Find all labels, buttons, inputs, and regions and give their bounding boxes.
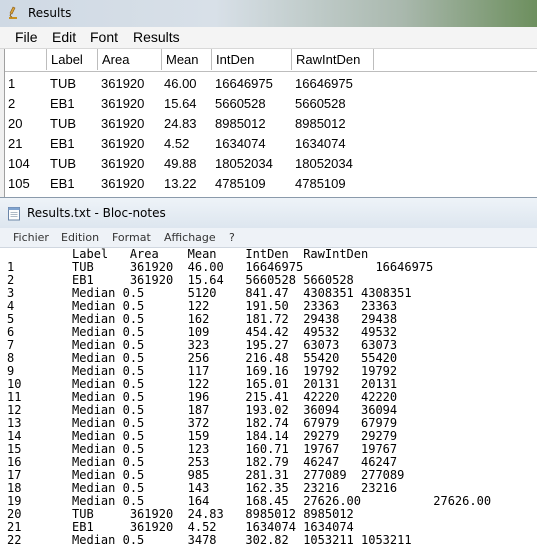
imagej-microscope-icon [9, 6, 17, 19]
column-header-mean[interactable]: Mean [162, 49, 212, 70]
cell-intden: 16646975 [215, 76, 273, 91]
cell-label: EB1 [50, 136, 75, 151]
cell-mean: 4.52 [164, 136, 190, 151]
column-header-index[interactable] [5, 49, 47, 70]
cell-rawintden: 5660528 [295, 96, 346, 111]
cell-mean: 13.22 [164, 176, 197, 191]
text-line: 22 Median 0.5 3478 302.82 1053211 105321… [7, 533, 412, 547]
results-table[interactable]: Label Area Mean IntDen RawIntDen 1 TUB 3… [4, 49, 537, 197]
cell-intden: 1634074 [215, 136, 266, 151]
results-menubar [0, 27, 537, 49]
column-header-area[interactable]: Area [98, 49, 162, 70]
cell-index: 104 [8, 156, 30, 171]
cell-mean: 15.64 [164, 96, 197, 111]
cell-area: 361920 [101, 96, 145, 111]
notepad-text-area[interactable]: Label Area Mean IntDen RawIntDen 1 TUB 3… [7, 248, 537, 549]
table-row[interactable]: 20 TUB 361920 24.83 8985012 8985012 [5, 114, 537, 134]
cell-area: 361920 [101, 76, 145, 91]
table-row[interactable]: 104 TUB 361920 49.88 18052034 18052034 [5, 154, 537, 174]
notepad-icon [8, 207, 20, 221]
cell-index: 105 [8, 176, 30, 191]
cell-intden: 4785109 [215, 176, 266, 191]
menu-fichier[interactable]: Fichier [13, 231, 49, 244]
cell-label: TUB [50, 116, 76, 131]
table-row[interactable]: 21 EB1 361920 4.52 1634074 1634074 [5, 134, 537, 154]
table-row[interactable]: 105 EB1 361920 13.22 4785109 4785109 [5, 174, 537, 194]
column-header-rawintden[interactable]: RawIntDen [292, 49, 374, 70]
cell-index: 2 [8, 96, 16, 111]
cell-rawintden: 8985012 [295, 116, 346, 131]
cell-label: TUB [50, 156, 76, 171]
menu-results[interactable]: Results [131, 29, 182, 45]
cell-intden: 8985012 [215, 116, 266, 131]
cell-area: 361920 [101, 176, 145, 191]
table-row[interactable]: 2 EB1 361920 15.64 5660528 5660528 [5, 94, 537, 114]
notepad-titlebar[interactable]: Results.txt - Bloc-notes [0, 197, 537, 228]
results-titlebar[interactable]: Results [0, 0, 537, 27]
table-header: Label Area Mean IntDen RawIntDen [5, 49, 537, 72]
cell-area: 361920 [101, 116, 145, 131]
cell-index: 1 [8, 76, 16, 91]
column-header-label[interactable]: Label [47, 49, 98, 70]
menu-help[interactable]: ? [229, 231, 235, 244]
cell-intden: 18052034 [215, 156, 273, 171]
table-row[interactable]: 1 TUB 361920 46.00 16646975 16646975 [5, 74, 537, 94]
notepad-window-title: Results.txt - Bloc-notes [27, 206, 166, 220]
cell-area: 361920 [101, 136, 145, 151]
menu-format[interactable]: Format [112, 231, 151, 244]
cell-rawintden: 1634074 [295, 136, 346, 151]
cell-mean: 46.00 [164, 76, 197, 91]
menu-font[interactable]: Font [88, 29, 120, 45]
cell-mean: 24.83 [164, 116, 197, 131]
menu-affichage[interactable]: Affichage [164, 231, 216, 244]
menu-file[interactable]: File [13, 29, 40, 45]
cell-index: 21 [8, 136, 23, 151]
cell-mean: 49.88 [164, 156, 197, 171]
cell-rawintden: 18052034 [295, 156, 353, 171]
cell-rawintden: 4785109 [295, 176, 346, 191]
cell-intden: 5660528 [215, 96, 266, 111]
results-window: Results File Edit Font Results Label Are… [0, 0, 537, 197]
cell-label: EB1 [50, 96, 75, 111]
cell-rawintden: 16646975 [295, 76, 353, 91]
menu-edit[interactable]: Edit [50, 29, 78, 45]
cell-label: EB1 [50, 176, 75, 191]
cell-area: 361920 [101, 156, 145, 171]
notepad-window: Results.txt - Bloc-notes Fichier Edition… [0, 197, 537, 549]
menu-edition[interactable]: Edition [61, 231, 99, 244]
results-window-title: Results [28, 6, 72, 20]
cell-index: 20 [8, 116, 23, 131]
column-header-intden[interactable]: IntDen [212, 49, 292, 70]
cell-label: TUB [50, 76, 76, 91]
